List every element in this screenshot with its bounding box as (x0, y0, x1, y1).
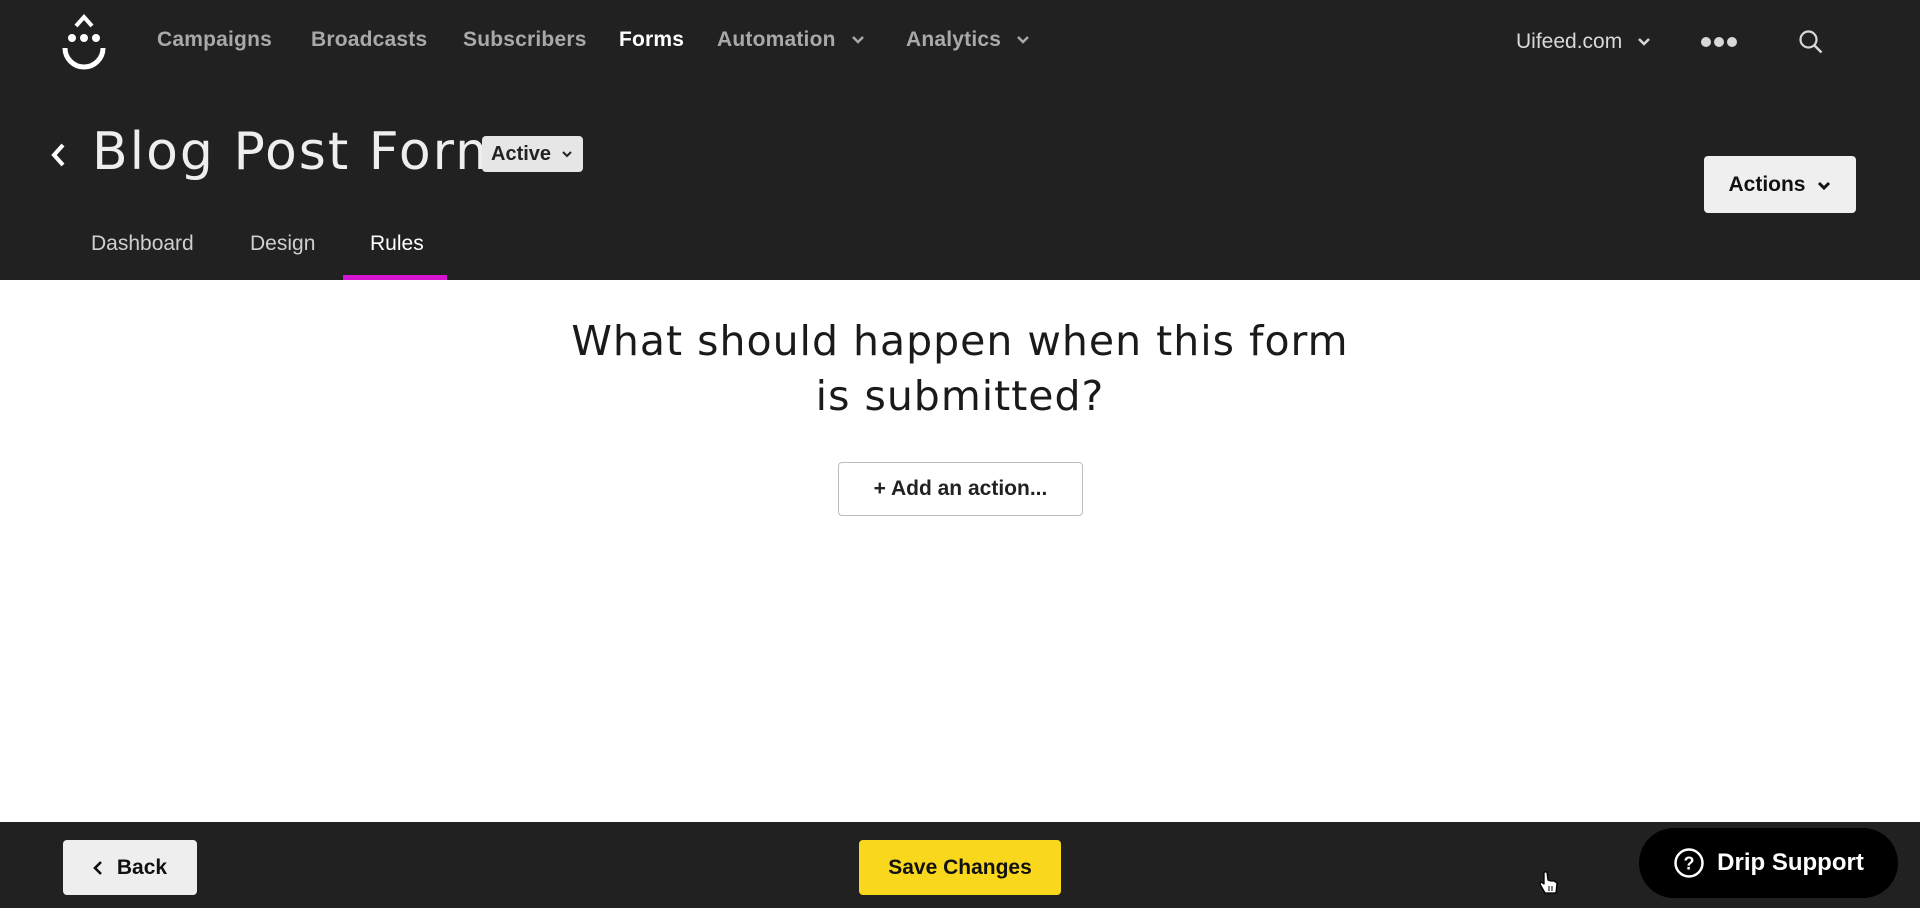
nav-forms-label: Forms (619, 28, 685, 51)
actions-button[interactable]: Actions (1704, 156, 1856, 213)
nav-automation[interactable]: Automation (717, 28, 866, 52)
svg-text:?: ? (1684, 854, 1695, 874)
hand-cursor-icon (1539, 871, 1558, 894)
more-dots-icon[interactable] (1700, 34, 1738, 50)
chevron-down-icon (851, 36, 864, 44)
account-switcher[interactable]: Uifeed.com (1516, 30, 1652, 54)
app-header: Campaigns Broadcasts Subscribers Forms A… (0, 0, 1920, 280)
save-changes-button[interactable]: Save Changes (859, 840, 1061, 895)
nav-forms[interactable]: Forms (619, 28, 684, 52)
chevron-down-icon (562, 151, 572, 158)
nav-subscribers-label: Subscribers (463, 28, 587, 51)
support-label: Drip Support (1717, 849, 1864, 876)
nav-campaigns-label: Campaigns (157, 28, 272, 51)
back-chevron-icon[interactable] (48, 140, 68, 170)
back-button[interactable]: Back (63, 840, 197, 895)
nav-subscribers[interactable]: Subscribers (463, 28, 587, 52)
drip-logo-icon[interactable] (60, 14, 108, 74)
nav-broadcasts[interactable]: Broadcasts (311, 28, 427, 52)
chevron-down-icon (1017, 36, 1030, 44)
active-tab-indicator (343, 275, 447, 280)
nav-broadcasts-label: Broadcasts (311, 28, 428, 51)
search-icon[interactable] (1798, 29, 1824, 55)
drip-support-button[interactable]: ? Drip Support (1639, 828, 1898, 898)
rules-question: What should happen when this form is sub… (571, 317, 1349, 420)
chevron-down-icon (1638, 38, 1651, 46)
account-name: Uifeed.com (1516, 30, 1623, 53)
nav-campaigns[interactable]: Campaigns (157, 28, 272, 52)
status-dropdown[interactable]: Active (482, 136, 583, 172)
nav-analytics-label: Analytics (906, 28, 1002, 51)
help-question-icon: ? (1674, 848, 1704, 878)
nav-automation-label: Automation (717, 28, 836, 51)
chevron-left-icon (93, 860, 102, 875)
tab-rules[interactable]: Rules (370, 232, 424, 256)
nav-analytics[interactable]: Analytics (906, 28, 1031, 52)
back-label: Back (116, 855, 168, 879)
status-label: Active (491, 142, 552, 165)
actions-label: Actions (1728, 172, 1806, 196)
page-title: Blog Post Form (92, 122, 508, 182)
tab-dashboard[interactable]: Dashboard (91, 232, 194, 256)
add-action-button[interactable]: + Add an action... (838, 462, 1083, 516)
chevron-down-icon (1817, 181, 1830, 190)
tab-design[interactable]: Design (250, 232, 315, 256)
